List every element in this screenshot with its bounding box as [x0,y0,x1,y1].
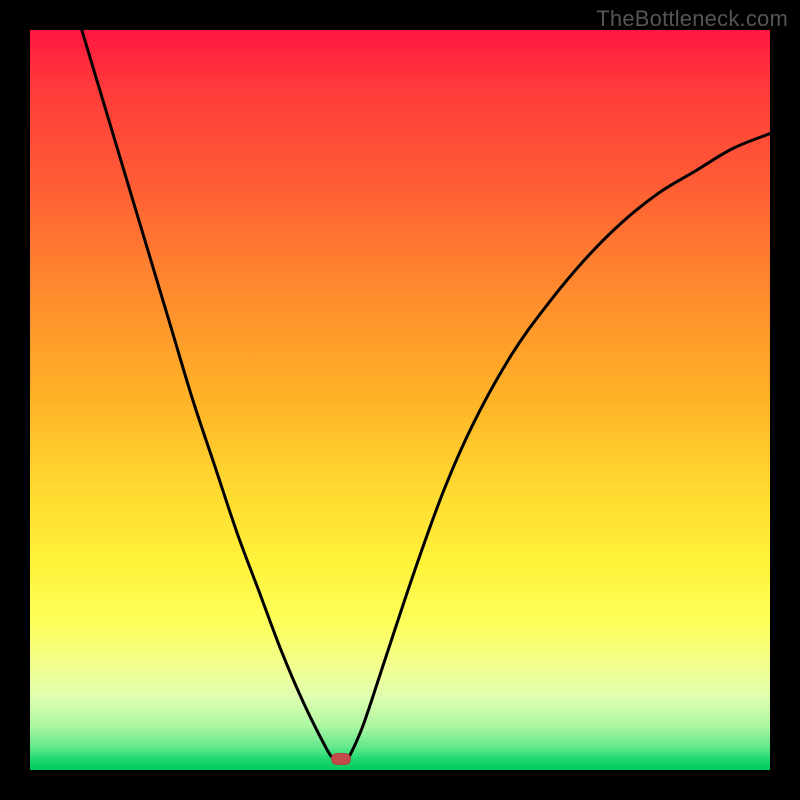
curve-svg [30,30,770,770]
curve-left-branch [82,30,334,759]
plot-area [30,30,770,770]
minimum-marker [331,753,351,765]
curve-right-branch [348,134,770,759]
watermark-text: TheBottleneck.com [596,6,788,32]
chart-frame: TheBottleneck.com [0,0,800,800]
